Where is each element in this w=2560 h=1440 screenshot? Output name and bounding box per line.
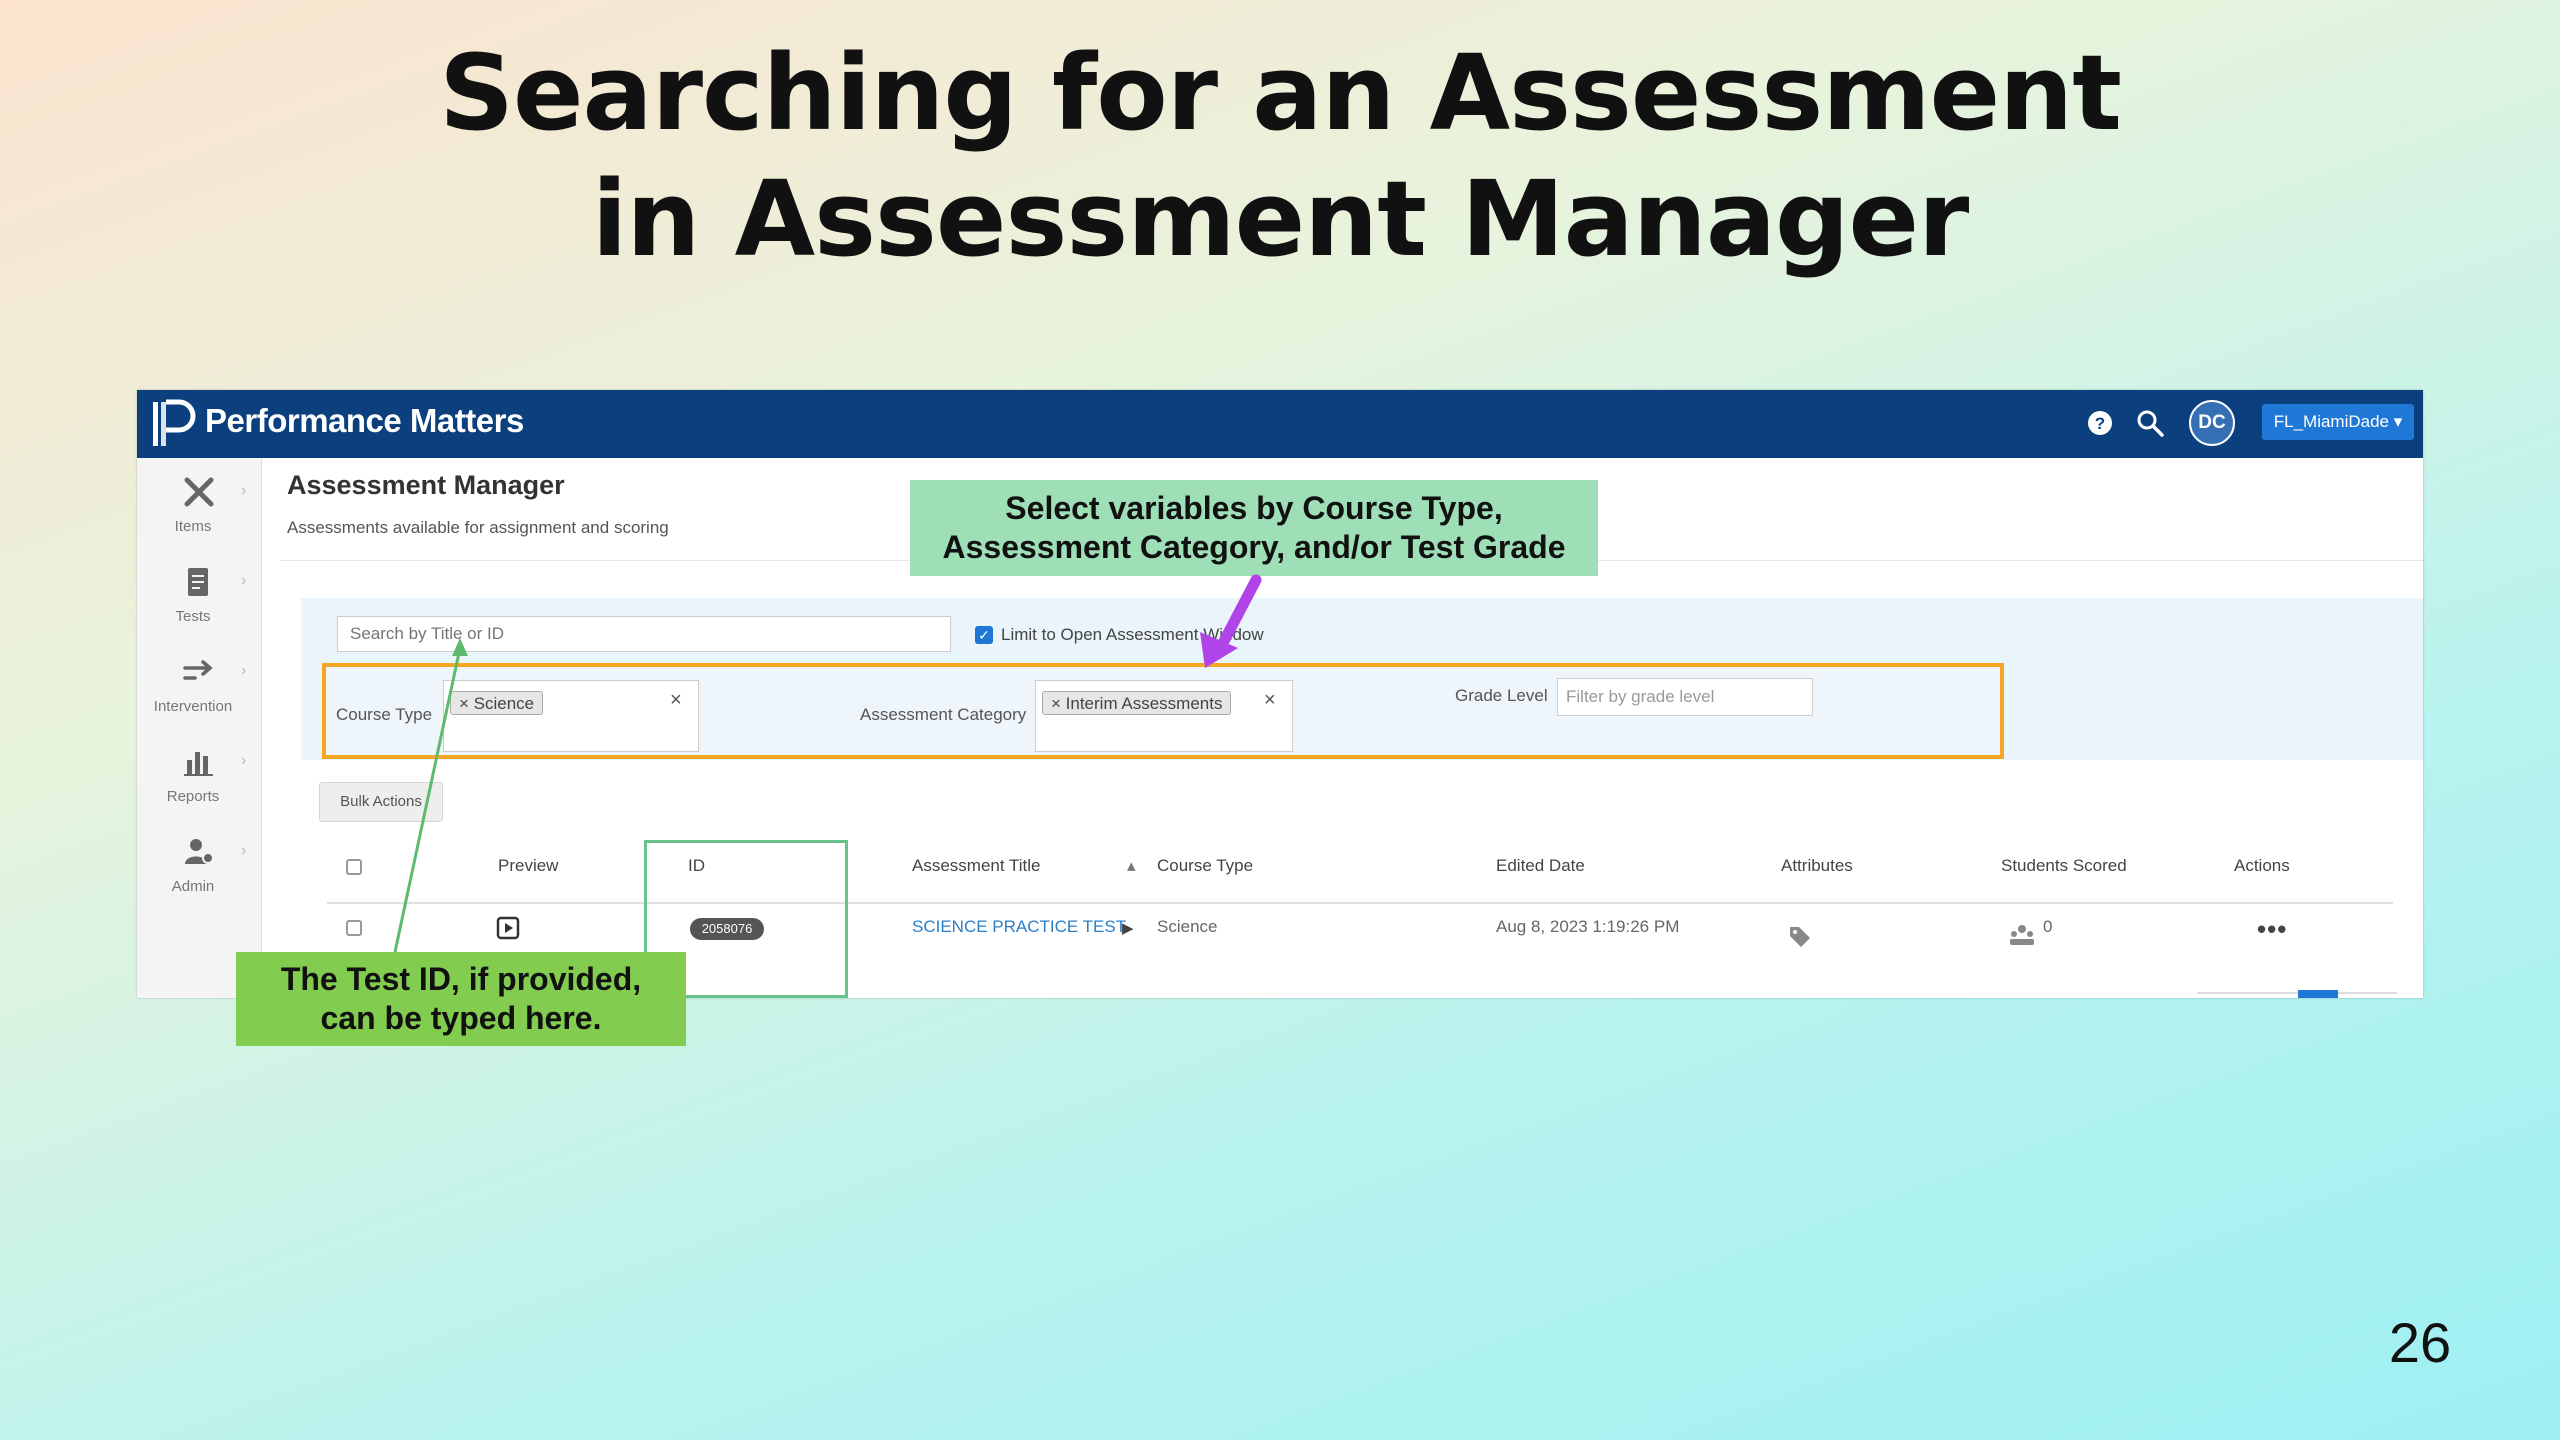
preview-icon[interactable] bbox=[496, 916, 520, 940]
top-navigation-bar: Performance Matters ? DC FL_MiamiDade ▾ bbox=[137, 390, 2423, 458]
chevron-right-icon: › bbox=[241, 482, 247, 499]
district-selector-button[interactable]: FL_MiamiDade ▾ bbox=[2262, 404, 2414, 440]
select-all-checkbox[interactable] bbox=[346, 859, 362, 875]
brand-name: Performance Matters bbox=[205, 402, 524, 439]
row-actions-menu[interactable]: ••• bbox=[2257, 914, 2287, 945]
assessment-category-select[interactable]: × Interim Assessments × bbox=[1035, 680, 1293, 752]
variables-callout-line-1: Select variables by Course Type, bbox=[1005, 490, 1503, 526]
slide-title: Searching for an Assessment in Assessmen… bbox=[0, 30, 2560, 282]
column-header-course-type[interactable]: Course Type bbox=[1157, 856, 1253, 876]
grade-level-input[interactable]: Filter by grade level bbox=[1557, 678, 1813, 716]
chevron-right-icon: › bbox=[241, 662, 247, 679]
sidebar-item-label: Reports bbox=[166, 788, 220, 805]
search-input[interactable] bbox=[337, 616, 951, 652]
clear-category-icon[interactable]: × bbox=[1264, 689, 1276, 712]
pagination-active-page[interactable] bbox=[2298, 990, 2338, 998]
sidebar-item-label: Intervention bbox=[153, 698, 233, 715]
course-type-select[interactable]: × Science × bbox=[443, 680, 699, 752]
variables-callout: Select variables by Course Type, Assessm… bbox=[910, 480, 1598, 576]
assessment-title-link[interactable]: SCIENCE PRACTICE TEST bbox=[912, 917, 1126, 937]
limit-window-label: Limit to Open Assessment Window bbox=[1001, 625, 1264, 644]
search-icon[interactable] bbox=[2135, 408, 2165, 438]
sidebar-item-admin[interactable]: Admin › bbox=[137, 828, 261, 908]
test-id-callout: The Test ID, if provided, can be typed h… bbox=[236, 952, 686, 1046]
admin-icon bbox=[185, 839, 214, 864]
help-icon[interactable]: ? bbox=[2087, 410, 2113, 436]
sidebar-item-intervention[interactable]: Intervention › bbox=[137, 648, 261, 728]
row-students-scored: 0 bbox=[2043, 917, 2053, 936]
page-subtitle: Assessments available for assignment and… bbox=[287, 518, 669, 537]
bulk-actions-button[interactable]: Bulk Actions bbox=[319, 782, 443, 822]
test-id-callout-line-2: can be typed here. bbox=[320, 1000, 602, 1036]
sidebar-item-label: Tests bbox=[175, 608, 211, 625]
expand-row-icon[interactable]: ▶ bbox=[1122, 919, 1134, 937]
test-id-callout-line-1: The Test ID, if provided, bbox=[280, 961, 642, 997]
row-checkbox[interactable] bbox=[346, 920, 362, 936]
assessment-category-label: Assessment Category bbox=[860, 705, 1027, 724]
limit-window-checkbox[interactable]: ✓ bbox=[975, 626, 993, 644]
sidebar-item-label: Admin bbox=[171, 878, 215, 895]
user-avatar[interactable]: DC bbox=[2189, 400, 2235, 446]
intervention-icon bbox=[183, 660, 213, 680]
row-edited-date: Aug 8, 2023 1:19:26 PM bbox=[1496, 917, 1680, 936]
pagination-track bbox=[2197, 992, 2397, 994]
chevron-right-icon: › bbox=[241, 842, 247, 859]
performance-matters-logo-icon[interactable] bbox=[149, 396, 197, 452]
sidebar-item-label: Items bbox=[174, 518, 212, 535]
sidebar-item-tests[interactable]: Tests › bbox=[137, 558, 261, 638]
page-title: Assessment Manager bbox=[287, 470, 565, 500]
tag-icon[interactable] bbox=[1787, 924, 1813, 950]
table-header-divider bbox=[327, 902, 2393, 904]
chevron-right-icon: › bbox=[241, 752, 247, 769]
page-number: 26 bbox=[2388, 1311, 2452, 1374]
column-header-actions: Actions bbox=[2234, 856, 2290, 875]
slide-title-line-1: Searching for an Assessment bbox=[439, 32, 2122, 154]
column-header-attributes: Attributes bbox=[1781, 856, 1853, 875]
clear-course-type-icon[interactable]: × bbox=[670, 689, 682, 712]
course-type-label: Course Type bbox=[336, 705, 433, 724]
sidebar-item-items[interactable]: Items › bbox=[137, 468, 261, 548]
slide-title-line-2: in Assessment Manager bbox=[591, 158, 1970, 280]
column-header-students-scored[interactable]: Students Scored bbox=[2001, 856, 2127, 876]
grade-level-label: Grade Level bbox=[1455, 686, 1548, 705]
column-header-title[interactable]: Assessment Title bbox=[912, 856, 1041, 876]
items-icon bbox=[184, 477, 214, 507]
column-header-edited-date[interactable]: Edited Date bbox=[1496, 856, 1585, 876]
test-id-badge: 2058076 bbox=[690, 918, 764, 940]
sort-ascending-icon[interactable]: ▴ bbox=[1127, 856, 1136, 876]
column-header-preview: Preview bbox=[498, 856, 559, 875]
svg-text:?: ? bbox=[2095, 414, 2105, 433]
row-course-type: Science bbox=[1157, 917, 1218, 936]
assessment-category-tag[interactable]: × Interim Assessments bbox=[1042, 691, 1232, 715]
course-type-tag[interactable]: × Science bbox=[450, 691, 544, 715]
tests-icon bbox=[188, 568, 208, 596]
chevron-right-icon: › bbox=[241, 572, 247, 589]
variables-callout-line-2: Assessment Category, and/or Test Grade bbox=[942, 529, 1566, 565]
students-icon bbox=[2010, 925, 2034, 945]
sidebar: Items › Tests › Intervention › Reports ›… bbox=[137, 458, 262, 998]
sidebar-item-reports[interactable]: Reports › bbox=[137, 738, 261, 818]
reports-icon bbox=[184, 752, 213, 776]
